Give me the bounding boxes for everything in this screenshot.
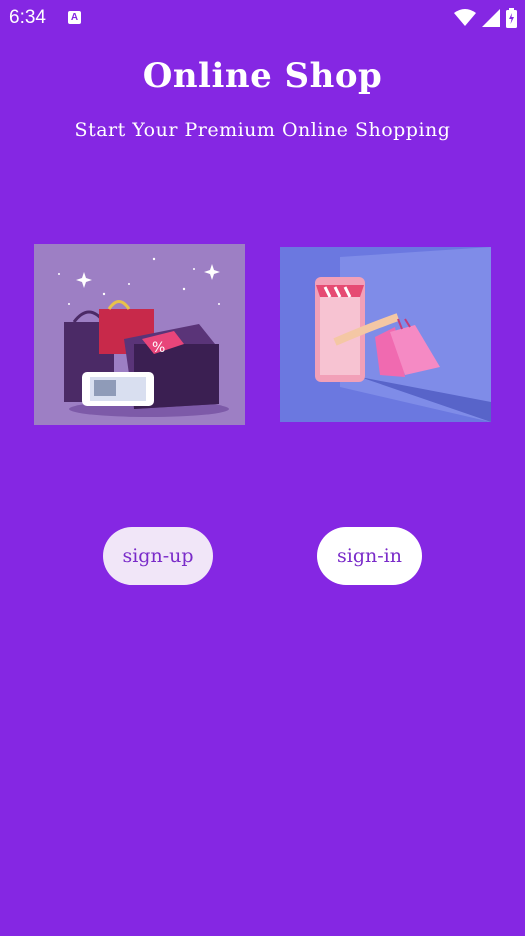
sign-in-button[interactable]: sign-in: [317, 527, 422, 585]
sign-up-button[interactable]: sign-up: [103, 527, 213, 585]
battery-icon: [506, 8, 517, 28]
notification-icon: A: [68, 11, 81, 24]
shopping-bags-box-illustration: %: [34, 244, 245, 425]
status-bar: 6:34 A: [0, 0, 525, 36]
status-icons: [454, 8, 517, 28]
wifi-icon: [454, 9, 476, 26]
svg-text:%: %: [152, 340, 165, 356]
cell-signal-icon: [482, 9, 500, 27]
page-title: Online Shop: [142, 56, 383, 96]
page-subtitle: Start Your Premium Online Shopping: [74, 119, 451, 141]
status-time: 6:34: [9, 7, 46, 28]
phone-shopping-bags-illustration: [280, 247, 491, 422]
